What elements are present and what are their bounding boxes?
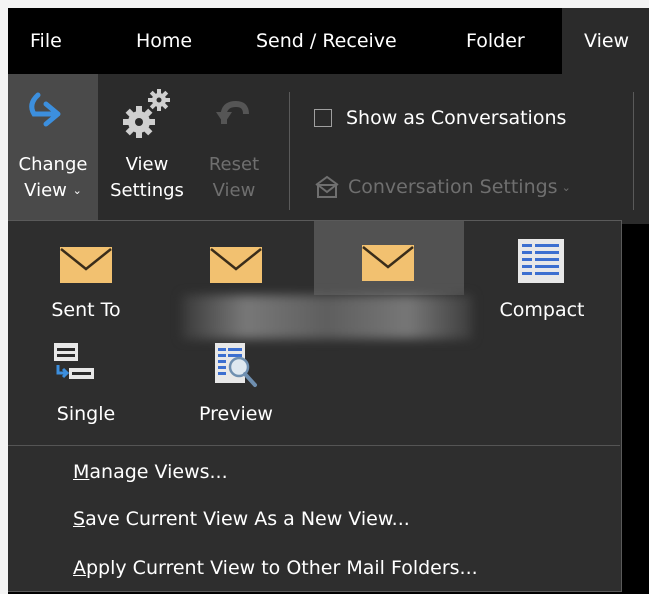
ribbon-tab-bar: File Home Send / Receive Folder View [8, 8, 649, 74]
envelope-icon [362, 245, 414, 281]
view-settings-button[interactable]: View Settings [101, 74, 193, 224]
view-option-label: Compact [499, 299, 585, 321]
reset-view-label-2: View [212, 180, 256, 201]
ribbon: Change View ⌄ View Settings Reset View S… [8, 74, 649, 224]
checkbox-box[interactable] [314, 109, 332, 127]
tab-send-receive[interactable]: Send / Receive [256, 8, 397, 74]
conversation-settings-label: Conversation Settings [348, 176, 558, 198]
view-settings-label-2: Settings [110, 180, 184, 201]
single-view-icon [54, 343, 94, 379]
menu-item-label: anage Views... [89, 461, 228, 483]
change-view-button[interactable]: Change View ⌄ [8, 74, 98, 224]
show-as-conversations-label: Show as Conversations [346, 107, 567, 129]
view-option-label: Preview [199, 403, 273, 425]
change-view-label-1: Change [18, 154, 88, 175]
menu-divider [8, 445, 620, 446]
view-option-preview[interactable]: Preview [180, 333, 292, 443]
change-view-label-2: View [24, 180, 67, 201]
reset-view-button[interactable]: Reset View [196, 74, 272, 224]
view-settings-label-1: View [125, 154, 169, 175]
apply-current-view-menu-item[interactable]: Apply Current View to Other Mail Folders… [73, 553, 478, 583]
chevron-down-icon: ⌄ [72, 184, 82, 197]
envelope-icon [210, 247, 262, 283]
tab-folder[interactable]: Folder [466, 8, 525, 74]
menu-item-label: pply Current View to Other Mail Folders.… [86, 557, 478, 579]
conversation-settings-button[interactable]: Conversation Settings ⌄ [314, 172, 571, 202]
view-option-label: Sent To [51, 299, 121, 321]
compact-list-icon [518, 239, 564, 283]
accelerator-key: A [73, 557, 86, 579]
menu-item-label: ave Current View As a New View... [85, 508, 410, 530]
gear-icon [123, 89, 170, 138]
show-as-conversations-checkbox[interactable]: Show as Conversations [314, 104, 566, 132]
tab-view[interactable]: View [562, 8, 649, 74]
save-current-view-menu-item[interactable]: Save Current View As a New View... [73, 504, 410, 534]
reset-view-label-1: Reset [208, 154, 260, 175]
view-option-sent-to[interactable]: Sent To [30, 229, 142, 335]
tab-home[interactable]: Home [136, 8, 192, 74]
view-option-label: Single [56, 403, 116, 425]
outlook-window: File Home Send / Receive Folder View Cha… [8, 8, 649, 594]
undo-arrow-icon [216, 100, 249, 124]
view-option-compact[interactable]: Compact [486, 229, 598, 335]
ribbon-group-separator [633, 92, 634, 210]
view-option-selected[interactable] [314, 221, 464, 295]
change-view-arrow-icon [29, 92, 61, 127]
ribbon-group-separator [289, 92, 290, 210]
chevron-down-icon: ⌄ [561, 180, 571, 194]
manage-views-menu-item[interactable]: Manage Views... [73, 457, 228, 487]
change-view-dropdown: Sent To Compact Single Preview Manage Vi… [8, 220, 622, 592]
accelerator-key: M [73, 461, 90, 483]
preview-icon [215, 343, 257, 387]
view-option-single[interactable]: Single [30, 333, 142, 443]
tab-file[interactable]: File [30, 8, 62, 74]
accelerator-key: S [73, 508, 86, 530]
envelope-icon [60, 247, 112, 283]
conversation-settings-icon [315, 175, 339, 198]
